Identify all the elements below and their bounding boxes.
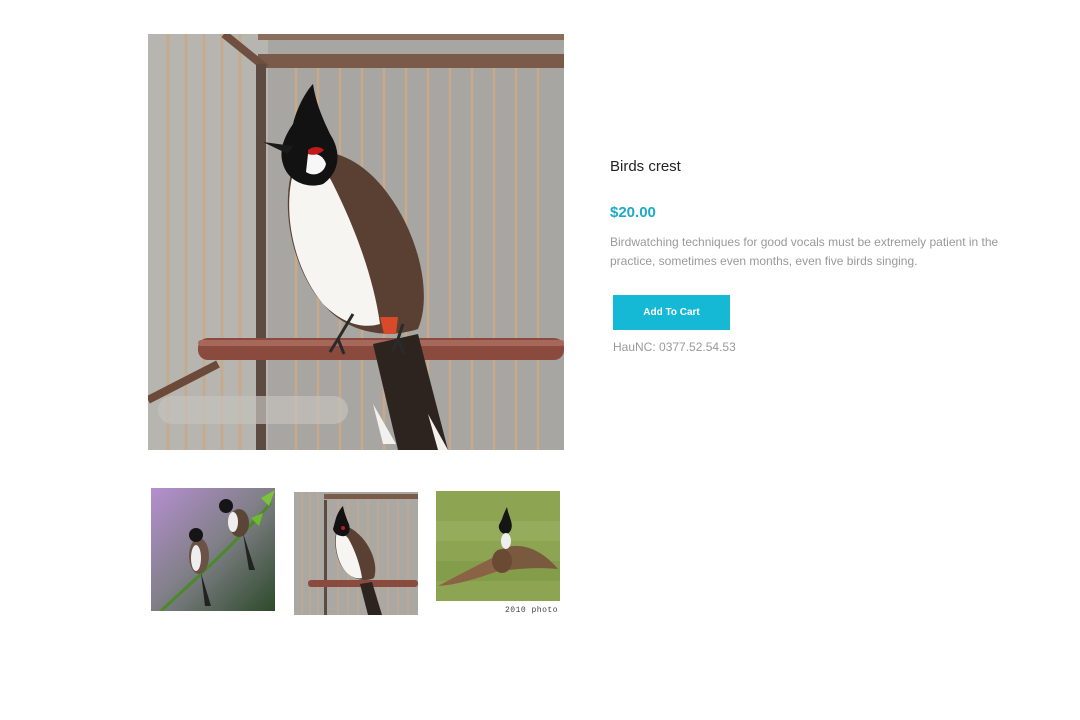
add-to-cart-button[interactable]: Add To Cart — [613, 295, 730, 330]
thumbnail-2[interactable] — [294, 492, 418, 615]
product-price: $20.00 — [610, 204, 656, 221]
product-description: Birdwatching techniques for good vocals … — [610, 235, 999, 268]
thumbnail-1[interactable] — [151, 488, 275, 611]
thumbnail-3[interactable]: 2010 photo — [436, 491, 560, 615]
product-title: Birds crest — [610, 158, 681, 175]
main-product-image[interactable] — [148, 34, 564, 450]
thumbnail-caption: 2010 photo — [504, 606, 558, 615]
contact-info: HauNC: 0377.52.54.53 — [613, 340, 736, 354]
